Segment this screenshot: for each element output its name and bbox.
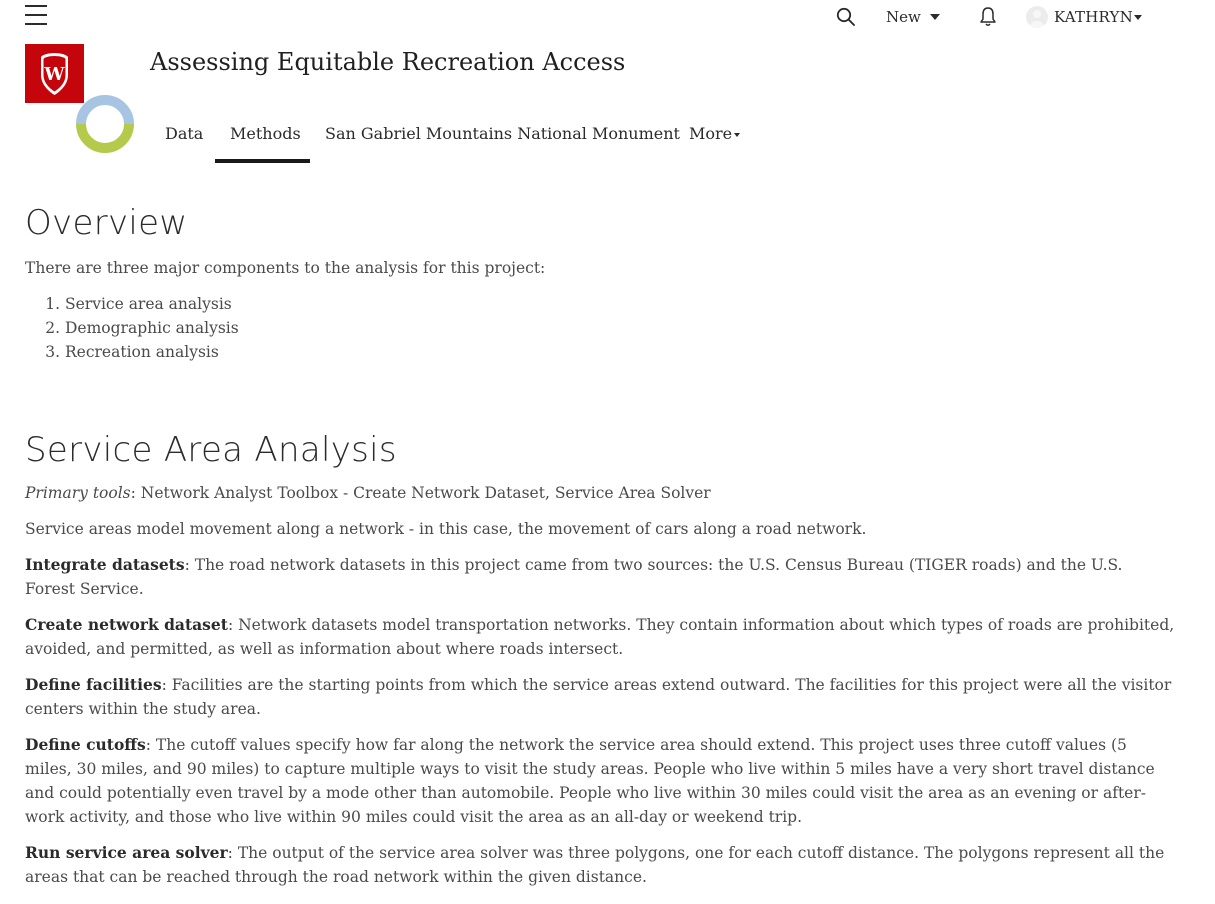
primary-tools-text: : Network Analyst Toolbox - Create Netwo…	[130, 484, 711, 502]
active-tab-indicator	[215, 159, 310, 163]
list-item: Recreation analysis	[65, 340, 1175, 364]
step-paragraph: Run service area solver: The output of t…	[25, 841, 1175, 889]
chevron-down-icon[interactable]	[930, 14, 940, 20]
list-item: Demographic analysis	[65, 316, 1175, 340]
step-term: Run service area solver	[25, 843, 228, 862]
nav-item-more[interactable]: More	[689, 124, 741, 143]
step-text: : Facilities are the starting points fro…	[25, 676, 1172, 718]
project-ring-logo	[76, 95, 134, 153]
step-term: Integrate datasets	[25, 555, 185, 574]
service-area-intro: Service areas model movement along a net…	[25, 520, 867, 538]
top-bar: New KATHRYN	[0, 0, 1215, 34]
nav-item-methods[interactable]: Methods	[230, 124, 301, 143]
overview-section: Overview There are three major component…	[25, 200, 1175, 364]
chevron-down-icon[interactable]	[734, 132, 741, 137]
service-area-heading: Service Area Analysis	[25, 430, 397, 470]
hamburger-menu-icon[interactable]	[25, 5, 47, 25]
step-paragraph: Integrate datasets: The road network dat…	[25, 553, 1175, 601]
step-paragraph: Define facilities: Facilities are the st…	[25, 673, 1175, 721]
service-area-section: Service Area Analysis Primary tools: Net…	[25, 427, 1175, 901]
user-menu[interactable]: KATHRYN	[1054, 8, 1133, 26]
list-item: Service area analysis	[65, 292, 1175, 316]
overview-intro: There are three major components to the …	[25, 259, 546, 277]
bell-icon[interactable]	[978, 6, 998, 28]
user-avatar-icon	[1030, 10, 1044, 28]
nav-item-more-label[interactable]: More	[689, 124, 732, 143]
step-term: Create network dataset	[25, 615, 228, 634]
overview-list: Service area analysis Demographic analys…	[25, 292, 1175, 364]
step-text: : The road network datasets in this proj…	[25, 556, 1123, 598]
search-icon[interactable]	[836, 7, 856, 27]
step-term: Define facilities	[25, 675, 162, 694]
nav-item-data[interactable]: Data	[165, 124, 203, 143]
step-text: : The cutoff values specify how far alon…	[25, 736, 1155, 826]
svg-text:W: W	[43, 64, 65, 85]
chevron-down-icon[interactable]	[1134, 15, 1142, 20]
overview-heading: Overview	[25, 203, 188, 243]
step-term: Define cutoffs	[25, 735, 146, 754]
avatar[interactable]	[1026, 6, 1048, 28]
new-button[interactable]: New	[886, 8, 921, 26]
nav-item-san-gabriel[interactable]: San Gabriel Mountains National Monument	[325, 124, 680, 143]
step-paragraph: Define cutoffs: The cutoff values specif…	[25, 733, 1175, 829]
primary-tools-label: Primary tools	[25, 484, 131, 502]
site-title: Assessing Equitable Recreation Access	[150, 48, 626, 76]
primary-tools: Primary tools: Network Analyst Toolbox -…	[25, 481, 1175, 505]
step-paragraph: Create network dataset: Network datasets…	[25, 613, 1175, 661]
